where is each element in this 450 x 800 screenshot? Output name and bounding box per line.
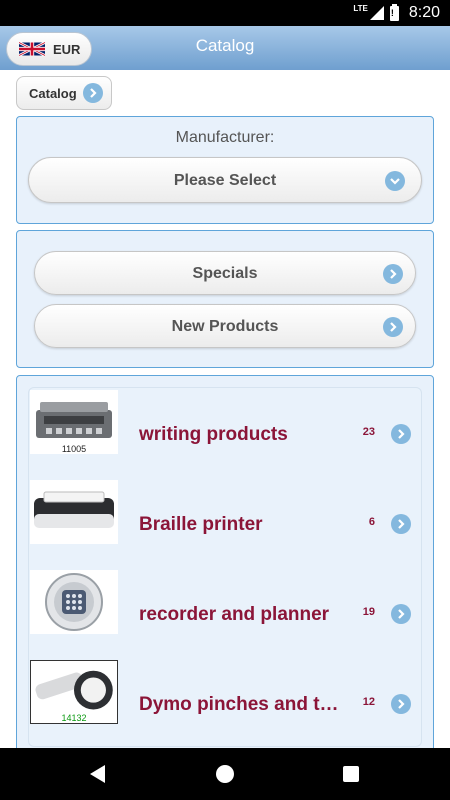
manufacturer-panel: Manufacturer: Please Select (16, 116, 434, 224)
chevron-right-icon (391, 694, 411, 714)
status-icons: LTE ! 8:20 (353, 3, 440, 22)
home-icon[interactable] (216, 765, 234, 783)
new-products-button[interactable]: New Products (34, 304, 416, 348)
back-icon[interactable] (90, 765, 105, 783)
chevron-right-icon (383, 264, 403, 284)
network-type-label: LTE (353, 4, 368, 13)
specials-label: Specials (192, 265, 258, 282)
category-name: Dymo pinches and ta… (139, 694, 341, 715)
specials-button[interactable]: Specials (34, 251, 416, 295)
category-row[interactable]: recorder and planner 19 (29, 568, 423, 658)
battery-alert-mark: ! (390, 7, 394, 18)
signal-icon (369, 6, 384, 20)
chevron-right-icon (383, 317, 403, 337)
system-nav-bar (0, 748, 450, 800)
category-row[interactable]: Braille printer 6 (29, 478, 423, 568)
chevron-right-icon (391, 604, 411, 624)
thumb-code: 14132 (61, 713, 87, 723)
chevron-down-icon (385, 171, 405, 191)
chevron-right-icon (391, 424, 411, 444)
category-name: Braille printer (139, 514, 263, 535)
app-bar: EUR Catalog (0, 26, 450, 70)
breadcrumb-catalog[interactable]: Catalog (16, 76, 112, 110)
category-count: 23 (362, 426, 375, 438)
category-list: 11005 writing products 23 Braille printe… (28, 387, 422, 747)
main-content: Catalog Manufacturer: Please Select Spec… (0, 70, 450, 748)
manufacturer-label: Manufacturer: (175, 129, 275, 146)
dymo-labeler-icon: 14132 (30, 660, 118, 724)
manufacturer-select-value: Please Select (173, 172, 277, 189)
links-panel: Specials New Products (16, 230, 434, 368)
chevron-right-icon (82, 83, 103, 103)
battery-icon: ! (389, 3, 399, 21)
clock: 8:20 (408, 4, 440, 21)
chevron-right-icon (391, 514, 411, 534)
category-count: 12 (362, 696, 375, 708)
recorder-icon (30, 570, 118, 634)
page-title: Catalog (195, 36, 255, 55)
recent-apps-icon[interactable] (343, 766, 359, 782)
new-products-label: New Products (171, 318, 279, 335)
thumb-code: 11005 (61, 444, 87, 454)
category-name: writing products (139, 424, 288, 445)
breadcrumb-label: Catalog (29, 85, 77, 101)
category-name: recorder and planner (139, 604, 330, 625)
category-count: 19 (362, 606, 375, 618)
category-panel: 11005 writing products 23 Braille printe… (16, 375, 434, 748)
status-bar: LTE ! 8:20 (0, 0, 450, 26)
braille-writer-icon: 11005 (30, 390, 118, 454)
manufacturer-select[interactable]: Please Select (28, 157, 422, 203)
category-row[interactable]: 11005 writing products 23 (29, 388, 423, 478)
category-count: 6 (368, 516, 375, 528)
category-row[interactable]: 14132 Dymo pinches and ta… 12 (29, 658, 423, 748)
braille-printer-icon (30, 480, 118, 544)
